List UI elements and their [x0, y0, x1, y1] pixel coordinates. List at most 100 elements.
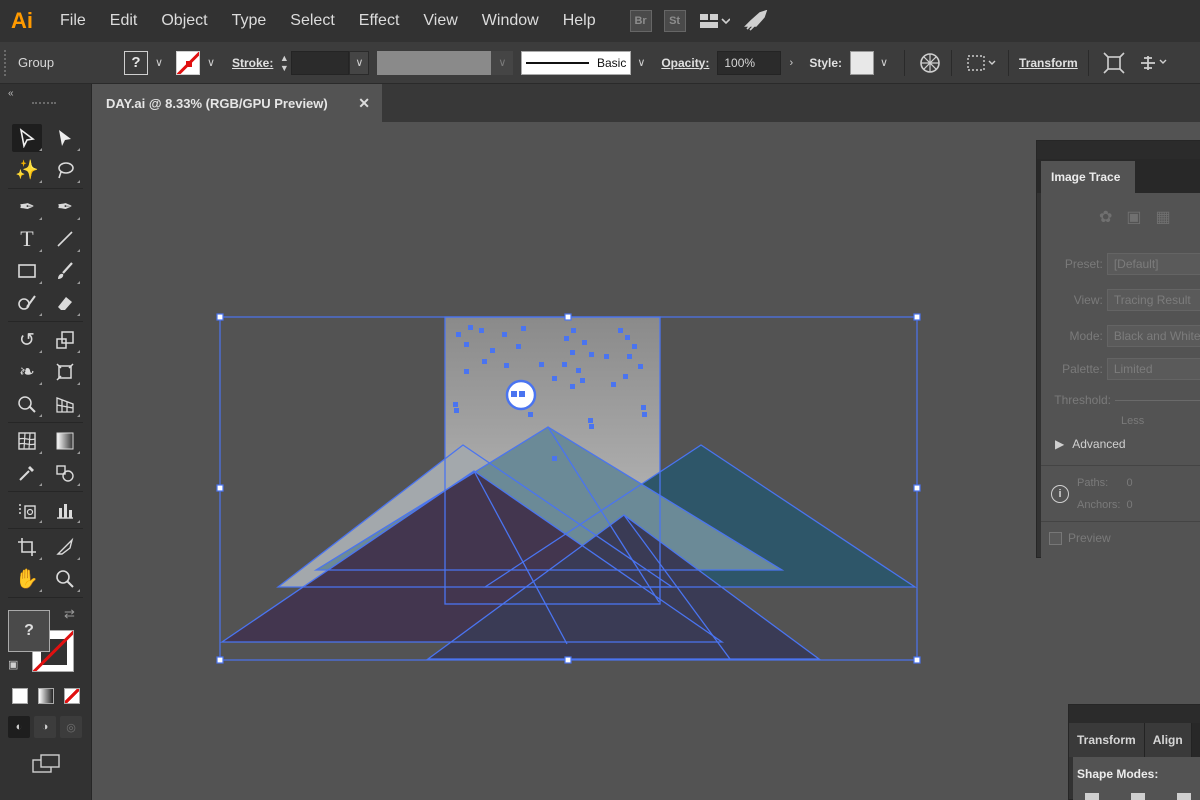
tools-panel-grip[interactable]: [32, 102, 56, 104]
scale-tool-icon[interactable]: [50, 326, 80, 354]
brush-definition[interactable]: Basic: [521, 50, 632, 75]
swap-fill-stroke-icon[interactable]: ⇄: [64, 606, 75, 622]
direct-selection-tool-icon[interactable]: [50, 124, 80, 152]
curvature-tool-icon[interactable]: ✒: [50, 193, 80, 221]
unite-icon[interactable]: [1085, 793, 1099, 800]
menu-type[interactable]: Type: [220, 0, 279, 42]
menu-window[interactable]: Window: [470, 0, 551, 42]
variable-width-profile[interactable]: [377, 50, 492, 75]
stroke-swatch[interactable]: [176, 50, 200, 75]
opacity-label[interactable]: Opacity:: [661, 56, 709, 70]
chevron-down-icon[interactable]: ∨: [204, 56, 218, 69]
align-to-selection-icon[interactable]: [966, 53, 998, 73]
rectangle-tool-icon[interactable]: [12, 257, 42, 285]
gradient-tool-icon[interactable]: [50, 427, 80, 455]
column-graph-tool-icon[interactable]: [50, 496, 80, 524]
paintbrush-tool-icon[interactable]: [50, 257, 80, 285]
document-tab[interactable]: DAY.ai @ 8.33% (RGB/GPU Preview) ✕: [92, 84, 382, 122]
type-tool-icon[interactable]: T: [12, 225, 42, 253]
preview-checkbox[interactable]: Preview: [1049, 531, 1111, 545]
workspace-layout-icon[interactable]: [699, 12, 730, 30]
canvas[interactable]: [92, 122, 1200, 800]
eyedropper-tool-icon[interactable]: [12, 459, 42, 487]
draw-inside-icon[interactable]: ◎: [60, 716, 82, 738]
transform-link[interactable]: Transform: [1019, 56, 1078, 70]
menu-edit[interactable]: Edit: [98, 0, 150, 42]
slice-tool-icon[interactable]: [50, 533, 80, 561]
color-mode-button[interactable]: [12, 688, 28, 704]
stroke-weight-dropdown[interactable]: ∨: [349, 50, 370, 75]
draw-behind-icon[interactable]: ◑: [34, 716, 56, 738]
minus-front-icon[interactable]: [1131, 793, 1145, 800]
mesh-tool-icon[interactable]: [12, 427, 42, 455]
camera-icon[interactable]: ▣: [1126, 207, 1141, 227]
symbol-sprayer-tool-icon[interactable]: [12, 496, 42, 524]
puppet-warp-icon[interactable]: [1139, 52, 1169, 74]
rotate-tool-icon[interactable]: ↺: [12, 326, 42, 354]
grayscale-icon[interactable]: ▦: [1156, 207, 1171, 227]
mode-select[interactable]: Black and White: [1106, 325, 1200, 347]
panel-grip[interactable]: [1037, 141, 1200, 159]
intersect-icon[interactable]: [1177, 793, 1191, 800]
stroke-label[interactable]: Stroke:: [232, 56, 273, 70]
menu-select[interactable]: Select: [278, 0, 346, 42]
auto-color-icon[interactable]: ✿: [1099, 207, 1112, 227]
chevron-down-icon[interactable]: ∨: [874, 50, 895, 75]
advanced-toggle[interactable]: ▶ Advanced: [1055, 437, 1126, 451]
menu-help[interactable]: Help: [551, 0, 608, 42]
recolor-artwork-icon[interactable]: [919, 52, 941, 74]
blend-tool-icon[interactable]: [50, 459, 80, 487]
close-icon[interactable]: ✕: [358, 95, 370, 112]
menu-effect[interactable]: Effect: [347, 0, 412, 42]
checkbox-box[interactable]: [1049, 531, 1062, 545]
drawing-modes-row: ◐ ◑ ◎: [0, 710, 91, 744]
zoom-tool-icon[interactable]: [50, 565, 80, 593]
draw-normal-icon[interactable]: ◐: [8, 716, 30, 738]
fill-swatch[interactable]: ?: [124, 50, 148, 75]
variable-width-dropdown[interactable]: ∨: [491, 50, 514, 75]
control-bar-grip[interactable]: [4, 49, 12, 76]
default-fill-stroke-icon[interactable]: ▣: [8, 658, 18, 671]
panel-grip[interactable]: [1069, 705, 1200, 723]
fill-color-box[interactable]: ?: [8, 610, 50, 652]
rocket-icon[interactable]: [743, 10, 768, 32]
none-mode-button[interactable]: [64, 688, 80, 704]
eraser-tool-icon[interactable]: [50, 289, 80, 317]
tab-transform[interactable]: Transform: [1069, 723, 1145, 757]
threshold-slider[interactable]: [1115, 399, 1200, 401]
menu-file[interactable]: File: [44, 0, 98, 42]
perspective-grid-tool-icon[interactable]: [50, 390, 80, 418]
isolate-group-icon[interactable]: [1103, 51, 1125, 74]
lasso-icon[interactable]: [50, 156, 80, 184]
chevron-down-icon[interactable]: ∨: [152, 56, 166, 69]
view-select[interactable]: Tracing Result: [1106, 289, 1200, 311]
brush-dropdown[interactable]: ∨: [631, 50, 652, 75]
gradient-mode-button[interactable]: [38, 688, 54, 704]
stroke-weight-spinner[interactable]: ▲ ▼: [277, 50, 291, 76]
screen-mode-icon[interactable]: [0, 744, 91, 784]
image-trace-tab[interactable]: Image Trace: [1041, 161, 1135, 193]
line-segment-tool-icon[interactable]: [50, 225, 80, 253]
hand-tool-icon[interactable]: ✋: [12, 565, 42, 593]
collapse-icon[interactable]: «: [8, 88, 14, 99]
stock-button[interactable]: St: [663, 10, 686, 32]
shape-builder-tool-icon[interactable]: [12, 390, 42, 418]
selection-tool-icon[interactable]: [12, 124, 42, 152]
palette-select[interactable]: Limited: [1106, 358, 1200, 380]
magic-wand-icon[interactable]: ✨: [12, 156, 42, 184]
stroke-weight-field[interactable]: [291, 50, 350, 75]
artboard-tool-icon[interactable]: [12, 533, 42, 561]
menu-object[interactable]: Object: [149, 0, 219, 42]
menu-view[interactable]: View: [411, 0, 469, 42]
shaper-tool-icon[interactable]: [12, 289, 42, 317]
bridge-button[interactable]: Br: [629, 10, 652, 32]
chevron-right-icon[interactable]: ›: [781, 50, 802, 75]
preset-select[interactable]: [Default]: [1106, 253, 1200, 275]
tab-align[interactable]: Align: [1144, 723, 1192, 757]
graphic-style-swatch[interactable]: [850, 50, 875, 75]
free-transform-tool-icon[interactable]: [50, 358, 80, 386]
artwork[interactable]: [92, 122, 1200, 800]
opacity-field[interactable]: 100%: [717, 50, 782, 75]
pen-tool-icon[interactable]: ✒: [12, 193, 42, 221]
warp-tool-icon[interactable]: ❧: [12, 358, 42, 386]
